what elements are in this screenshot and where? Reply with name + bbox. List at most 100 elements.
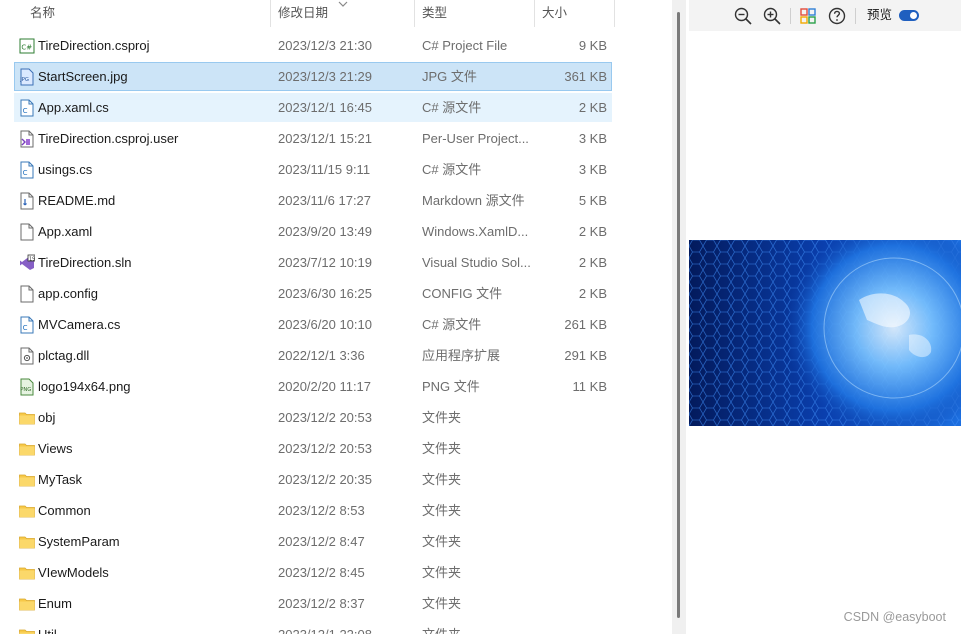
file-modified-date: 2023/12/2 8:37	[278, 596, 365, 611]
preview-toggle-label: 预览	[867, 8, 893, 22]
zoom-out-icon[interactable]	[733, 6, 753, 26]
folder-icon	[19, 471, 35, 489]
file-row[interactable]: README.md 2023/11/6 17:27 Markdown 源文件 5 KB	[14, 186, 612, 215]
folder-icon	[19, 626, 35, 634]
file-type: 文件夹	[422, 621, 542, 634]
file-modified-date: 2023/12/1 22:08	[278, 621, 372, 634]
folder-icon	[19, 595, 35, 613]
preview-pane: 预览	[689, 0, 961, 634]
file-modified-date: 2023/6/20 10:10	[278, 317, 372, 332]
file-name: plctag.dll	[38, 348, 90, 363]
file-modified-date: 2023/12/1 16:45	[278, 100, 372, 115]
folder-row[interactable]: Common 2023/12/2 8:53 文件夹	[14, 496, 612, 525]
dll-icon	[19, 347, 35, 365]
file-name: logo194x64.png	[38, 379, 131, 394]
file-size: 261 KB	[564, 317, 607, 332]
file-row[interactable]: C MVCamera.cs 2023/6/20 10:10 C# 源文件 261 KB	[14, 310, 612, 339]
folder-row[interactable]: VIewModels 2023/12/2 8:45 文件夹	[14, 558, 612, 587]
file-modified-date: 2023/12/2 20:53	[278, 410, 372, 425]
file-modified-date: 2023/11/6 17:27	[278, 193, 372, 208]
file-row[interactable]: 19 TireDirection.sln 2023/7/12 10:19 Visual…	[14, 248, 612, 277]
file-name: VIewModels	[38, 565, 109, 580]
file-name: Common	[38, 503, 91, 518]
preview-toggle[interactable]	[899, 10, 919, 21]
file-type: 文件夹	[422, 472, 462, 487]
file-modified-date: 2023/12/2 20:53	[278, 441, 372, 456]
file-row[interactable]: Cusings.cs 2023/11/15 9:11 C# 源文件 3 KB	[14, 155, 612, 184]
file-name: TireDirection.sln	[38, 255, 132, 270]
folder-row[interactable]: Util 2023/12/1 22:08 文件夹	[14, 620, 612, 634]
file-name: Enum	[38, 596, 72, 611]
file-size: 361 KB	[564, 69, 607, 84]
zoom-in-icon[interactable]	[762, 6, 782, 26]
file-size: 3 KB	[578, 162, 607, 177]
file-size: 2 KB	[578, 224, 607, 239]
file-modified-date: 2023/12/2 8:47	[278, 534, 365, 549]
file-modified-date: 2023/12/2 20:35	[278, 472, 372, 487]
file-row[interactable]: C App.xaml.cs 2023/12/1 16:45 C# 源文件 2 KB	[14, 93, 612, 122]
cs-file-icon: C	[19, 161, 35, 179]
file-modified-date: 2023/12/2 8:53	[278, 503, 365, 518]
file-type: C# Project File	[422, 38, 508, 53]
file-modified-date: 2022/12/1 3:36	[278, 348, 365, 363]
svg-text:C: C	[23, 169, 28, 177]
file-modified-date: 2023/7/12 10:19	[278, 255, 372, 270]
toolbar-divider	[790, 8, 791, 24]
file-modified-date: 2023/12/2 8:45	[278, 565, 365, 580]
file-name: App.xaml	[38, 224, 93, 239]
sln-icon: 19	[19, 254, 35, 272]
folder-row[interactable]: SystemParam 2023/12/2 8:47 文件夹	[14, 527, 612, 556]
file-row[interactable]: PNG logo194x64.png 2020/2/20 11:17 PNG 文件 11…	[14, 372, 612, 401]
file-row[interactable]: plctag.dll 2022/12/1 3:36 应用程序扩展 291 KB	[14, 341, 612, 370]
file-name: Util	[38, 621, 57, 634]
file-modified-date: 2020/2/20 11:17	[278, 379, 372, 394]
file-name: obj	[38, 410, 56, 425]
file-size: 9 KB	[578, 38, 607, 53]
column-header: 名称 修改日期 类型 大小	[0, 0, 672, 29]
file-name: usings.cs	[38, 162, 93, 177]
file-type: C# 源文件	[422, 317, 482, 332]
folder-row[interactable]: Enum 2023/12/2 8:37 文件夹	[14, 589, 612, 618]
file-modified-date: 2023/12/3 21:29	[278, 69, 372, 84]
cs-file-icon: C	[19, 99, 35, 117]
file-row[interactable]: app.config 2023/6/30 16:25 CONFIG 文件 2 KB	[14, 279, 612, 308]
file-type: 应用程序扩展	[422, 348, 501, 363]
column-divider[interactable]	[614, 0, 615, 27]
folder-row[interactable]: MyTask 2023/12/2 20:35 文件夹	[14, 465, 612, 494]
file-list-pane: 名称 修改日期 类型 大小 C# TireDirection.csproj 2023…	[0, 0, 672, 634]
folder-row[interactable]: Views 2023/12/2 20:53 文件夹	[14, 434, 612, 463]
file-type: Per-User Project...	[422, 131, 529, 146]
file-row[interactable]: TireDirection.csproj.user 2023/12/1 15:21…	[14, 124, 612, 153]
file-type: 文件夹	[422, 503, 462, 518]
folder-row[interactable]: obj 2023/12/2 20:53 文件夹	[14, 403, 612, 432]
column-header-type[interactable]: 类型	[414, 0, 534, 27]
file-type: Markdown 源文件	[422, 193, 525, 208]
preview-image	[689, 240, 961, 426]
folder-icon	[19, 440, 35, 458]
file-type: C# 源文件	[422, 100, 482, 115]
help-icon[interactable]	[827, 6, 847, 26]
blank-file-icon	[19, 285, 35, 303]
file-name: app.config	[38, 286, 98, 301]
file-type: PNG 文件	[422, 379, 480, 394]
preview-toolbar: 预览	[689, 0, 961, 31]
file-type: 文件夹	[422, 596, 462, 611]
file-name: TireDirection.csproj.user	[38, 131, 179, 146]
file-modified-date: 2023/12/1 15:21	[278, 131, 372, 146]
column-header-size[interactable]: 大小	[534, 0, 614, 27]
file-row[interactable]: C# TireDirection.csproj 2023/12/3 21:30 C# …	[14, 31, 612, 60]
folder-icon	[19, 533, 35, 551]
column-header-date[interactable]: 修改日期	[270, 0, 414, 27]
file-name: MVCamera.cs	[38, 317, 121, 332]
file-size: 2 KB	[578, 286, 607, 301]
file-row[interactable]: App.xaml 2023/9/20 13:49 Windows.XamlD... 2…	[14, 217, 612, 246]
file-type: 文件夹	[422, 565, 462, 580]
scrollbar-thumb[interactable]	[677, 12, 680, 618]
column-header-name[interactable]: 名称	[22, 0, 270, 27]
apps-icon[interactable]	[798, 6, 818, 26]
file-row[interactable]: JPG StartScreen.jpg 2023/12/3 21:29 JPG 文件 3…	[14, 62, 612, 91]
file-name: App.xaml.cs	[38, 100, 109, 115]
file-size: 5 KB	[578, 193, 607, 208]
file-type: Visual Studio Sol...	[422, 255, 531, 270]
file-modified-date: 2023/12/3 21:30	[278, 38, 372, 53]
